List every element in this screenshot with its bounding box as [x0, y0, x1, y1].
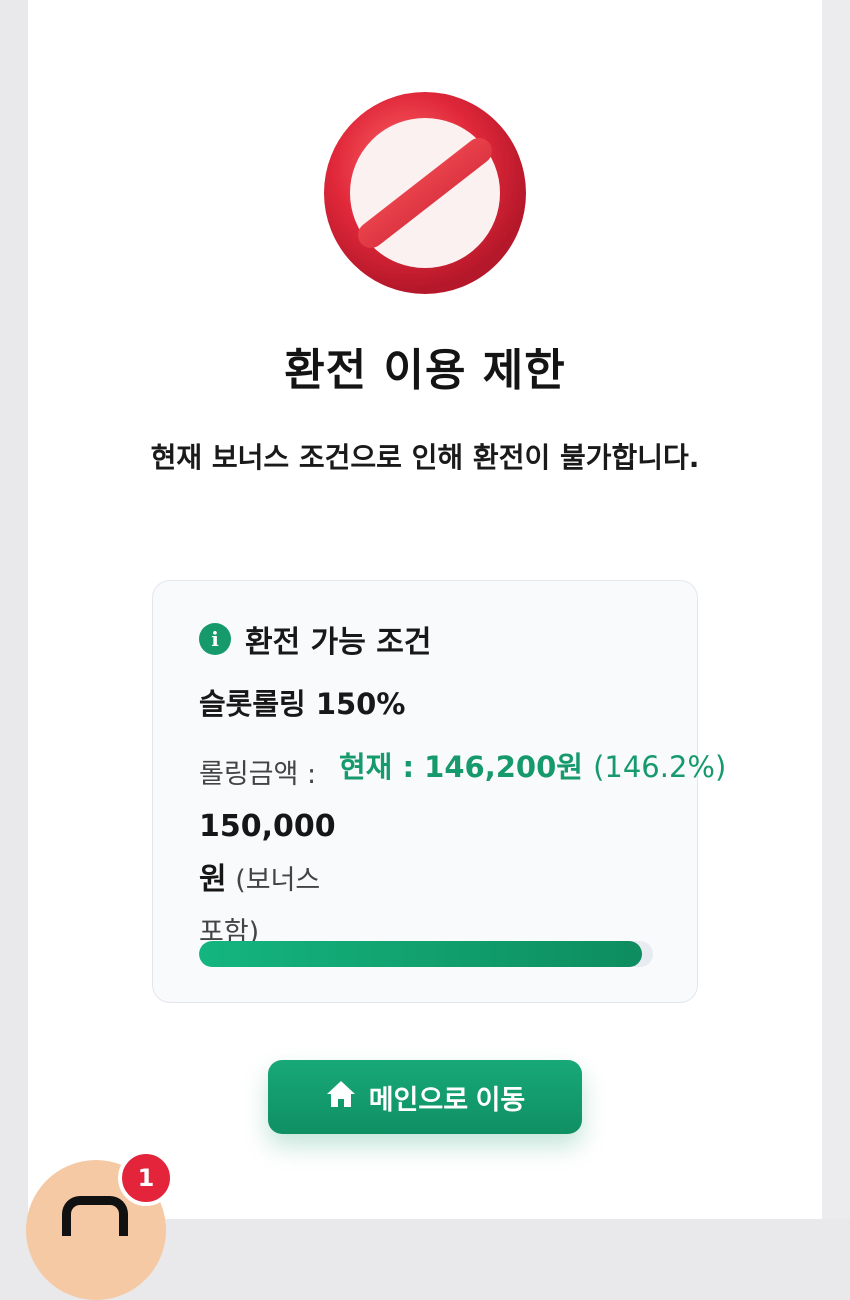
condition-card-header: i 환전 가능 조건: [199, 617, 432, 661]
page-title: 환전 이용 제한: [284, 345, 566, 396]
current-label: 현재 :: [339, 750, 415, 784]
required-label: 롤링금액 :: [199, 759, 317, 790]
notification-badge: 1: [118, 1150, 174, 1206]
current-percent: (146.2%): [593, 750, 727, 784]
chat-avatar-icon: [62, 1196, 128, 1236]
current-amount: 146,200원: [424, 750, 583, 784]
required-amount-block: 롤링금액 : 150,000 원 (보너스 포함): [199, 749, 336, 959]
condition-card: i 환전 가능 조건 슬롯롤링 150% 롤링금액 : 150,000 원 (보…: [152, 580, 726, 1003]
home-icon: [325, 1079, 357, 1116]
condition-card-title: 환전 가능 조건: [245, 625, 432, 660]
prohibited-icon: [319, 89, 531, 297]
condition-requirement: 슬롯롤링 150%: [199, 687, 406, 721]
info-icon: i: [199, 623, 231, 655]
rolling-progress-fill: [199, 941, 642, 967]
rolling-progress-bar: [199, 941, 653, 967]
go-main-button[interactable]: 메인으로 이동: [268, 1060, 582, 1134]
side-strip: [822, 0, 850, 1219]
restriction-message: 현재 보너스 조건으로 인해 환전이 불가합니다.: [150, 441, 700, 474]
go-main-label: 메인으로 이동: [368, 1084, 526, 1115]
current-amount-block: 현재 : 146,200원 (146.2%): [339, 749, 726, 785]
